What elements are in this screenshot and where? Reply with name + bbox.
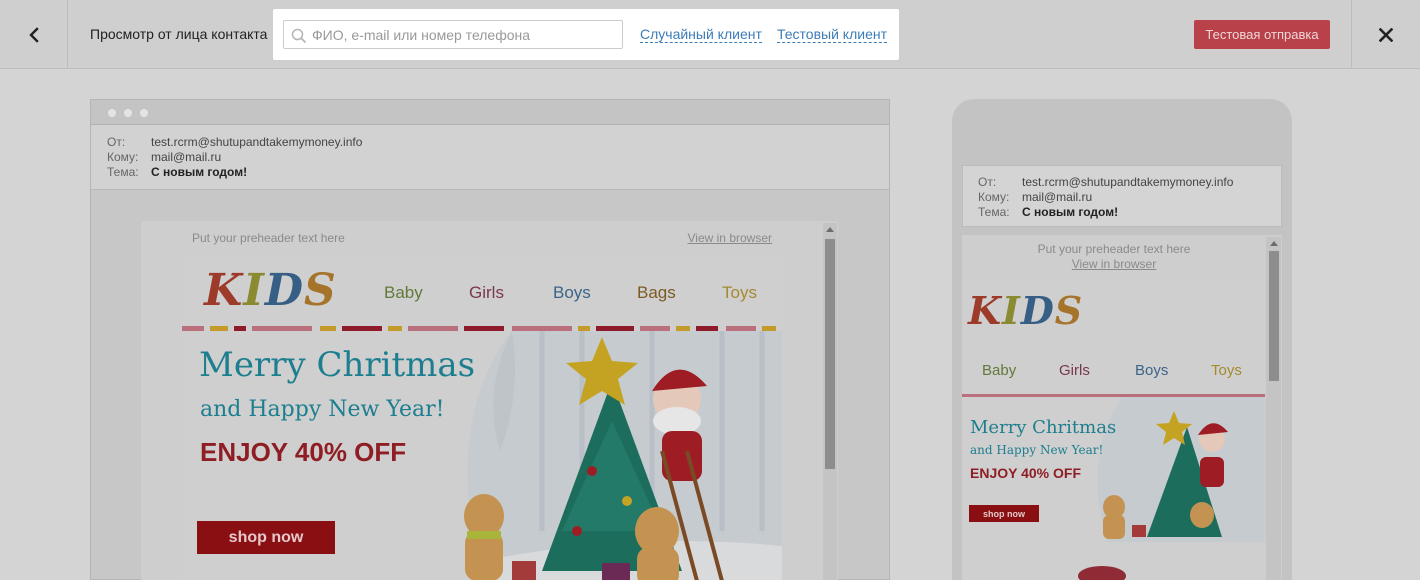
email-scrollbar[interactable] [823,223,837,580]
mobile-nav-baby[interactable]: Baby [982,362,1016,379]
subject-label: Тема: [107,165,139,179]
view-in-browser-link[interactable]: View in browser [688,231,772,245]
mobile-subject-label: Тема: [978,205,1010,219]
contact-search-input[interactable] [312,25,612,45]
contact-search-box[interactable] [283,20,623,49]
preheader-text: Put your preheader text here [192,231,345,245]
mobile-nav-toys[interactable]: Toys [1211,362,1242,379]
test-client-link[interactable]: Тестовый клиент [777,26,888,43]
nav-baby[interactable]: Baby [384,283,423,303]
nav-bags[interactable]: Bags [637,283,676,303]
random-client-link[interactable]: Случайный клиент [640,26,762,43]
mobile-kids-logo: KIDS [968,288,1084,333]
preview-toolbar: Просмотр от лица контакта Случайный клие… [0,0,1420,69]
from-value: test.rcrm@shutupandtakemymoney.info [151,135,363,149]
window-dot [108,109,116,117]
mobile-nav-girls[interactable]: Girls [1059,362,1090,379]
desktop-email-body: Put your preheader text here View in bro… [141,221,838,580]
mobile-to-label: Кому: [978,190,1010,204]
mobile-email-body: Put your preheader text here View in bro… [962,235,1282,580]
banner-title: Merry Chritmas [199,345,476,385]
mobile-to-value: mail@mail.ru [1022,190,1093,204]
to-label: Кому: [107,150,139,164]
mobile-from-label: От: [978,175,997,189]
mobile-scroll-up-icon [1270,241,1278,246]
to-row: Кому: mail@mail.ru [107,150,607,165]
mobile-view-in-browser-link[interactable]: View in browser [962,257,1266,271]
nav-toys[interactable]: Toys [722,283,757,303]
mobile-email-content: KIDS Baby Girls Boys Toys Merry Chritmas… [962,280,1265,580]
kids-logo: KIDS [204,265,337,316]
mobile-scrollbar[interactable] [1266,237,1281,580]
mobile-to-row: Кому: mail@mail.ru [978,190,1278,205]
scroll-up-icon [826,227,834,232]
back-button[interactable] [0,0,68,69]
mobile-from-row: От: test.rcrm@shutupandtakemymoney.info [978,175,1278,190]
window-dot [124,109,132,117]
shop-now-button[interactable]: shop now [197,521,335,554]
close-icon [1379,27,1393,42]
banner-subtitle: and Happy New Year! [200,397,445,422]
mobile-subject-row: Тема: С новым годом! [978,205,1278,220]
heart-decoration-icon [1078,566,1126,580]
mobile-nav-boys[interactable]: Boys [1135,362,1168,379]
window-titlebar [91,100,889,125]
mobile-from-value: test.rcrm@shutupandtakemymoney.info [1022,175,1234,189]
mobile-christmas-banner: Merry Chritmas and Happy New Year! ENJOY… [962,397,1265,542]
nav-girls[interactable]: Girls [469,283,504,303]
contact-search-panel: Случайный клиент Тестовый клиент [273,9,899,60]
subject-row: Тема: С новым годом! [107,165,607,180]
window-dot [140,109,148,117]
from-row: От: test.rcrm@shutupandtakemymoney.info [107,135,607,150]
test-send-button[interactable]: Тестовая отправка [1194,20,1330,49]
christmas-banner: Merry Chritmas and Happy New Year! ENJOY… [182,331,782,580]
to-value: mail@mail.ru [151,150,222,164]
mobile-banner-offer: ENJOY 40% OFF [970,465,1082,481]
desktop-email-header: От: test.rcrm@shutupandtakemymoney.info … [91,125,889,190]
mobile-preheader-text: Put your preheader text here [1037,242,1191,256]
mobile-shop-now-button[interactable]: shop now [969,505,1039,522]
mobile-scroll-thumb[interactable] [1269,251,1279,381]
chevron-left-icon [28,26,39,43]
nav-boys[interactable]: Boys [553,283,591,303]
search-icon [291,28,307,44]
mobile-banner-subtitle: and Happy New Year! [970,443,1104,457]
email-content: KIDS Baby Girls Boys Bags Toys Merry Chr… [182,255,782,580]
from-label: От: [107,135,126,149]
banner-offer: ENJOY 40% OFF [200,437,407,467]
mobile-subject-value: С новым годом! [1022,205,1119,219]
close-button[interactable] [1351,0,1420,69]
mobile-banner-title: Merry Chritmas [970,417,1117,438]
preview-as-contact-label: Просмотр от лица контакта [90,26,268,42]
subject-value: С новым годом! [151,165,248,179]
scroll-thumb[interactable] [825,239,835,469]
mobile-email-header: От: test.rcrm@shutupandtakemymoney.info … [962,165,1282,227]
desktop-preview-window: От: test.rcrm@shutupandtakemymoney.info … [90,99,890,580]
